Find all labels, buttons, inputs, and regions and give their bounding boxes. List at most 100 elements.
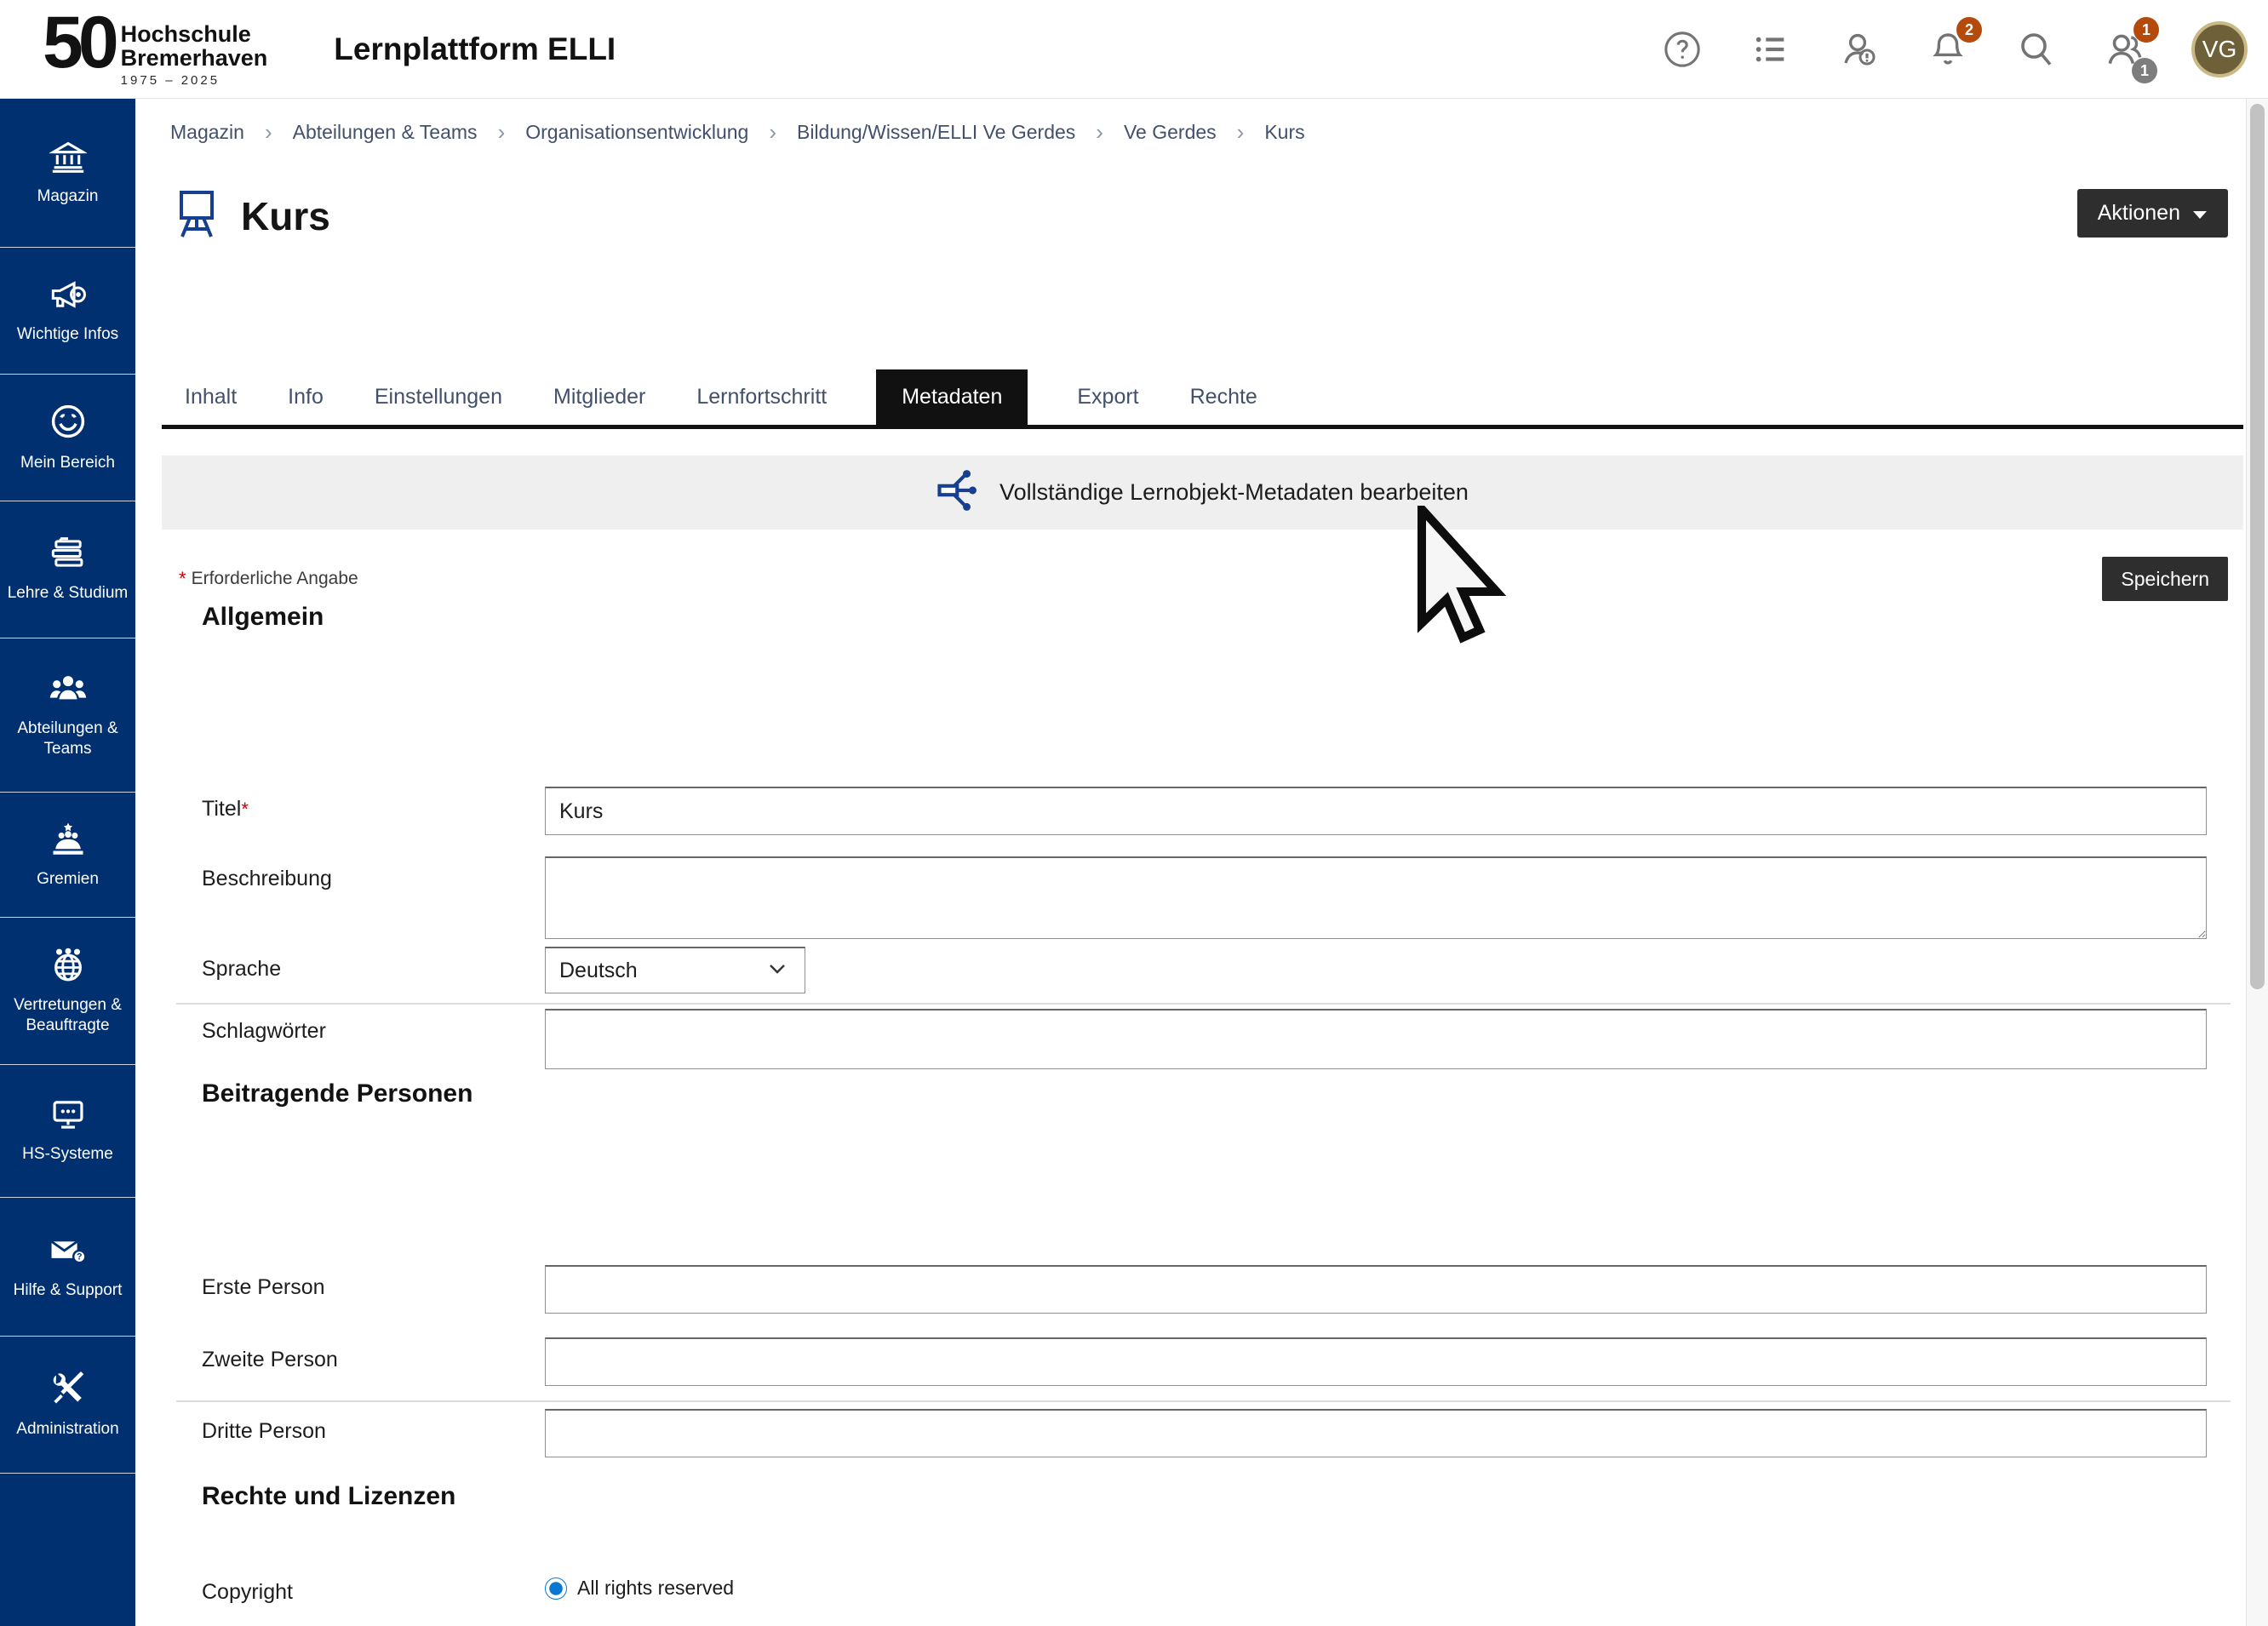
list-icon[interactable] xyxy=(1749,27,1793,72)
breadcrumb-separator: › xyxy=(498,119,506,146)
books-icon xyxy=(49,536,88,575)
logo-50-text: 50 xyxy=(43,10,114,76)
beschreibung-textarea[interactable] xyxy=(545,856,2207,939)
dritte-person-input[interactable] xyxy=(545,1409,2207,1457)
bell-badge: 2 xyxy=(1956,17,1982,43)
sidebar-item-hs-systeme[interactable]: HS-Systeme xyxy=(0,1065,135,1198)
sidebar-item-label: Hilfe & Support xyxy=(14,1280,123,1301)
actions-button[interactable]: Aktionen xyxy=(2077,189,2228,238)
breadcrumb-item[interactable]: Abteilungen & Teams xyxy=(293,121,478,144)
sidebar-item-lehre-studium[interactable]: Lehre & Studium xyxy=(0,501,135,638)
bell-icon[interactable]: 2 xyxy=(1926,27,1970,72)
sidebar-item-label: Wichtige Infos xyxy=(17,324,118,345)
field-label-copyright: Copyright xyxy=(202,1570,545,1605)
sidebar-item-label: HS-Systeme xyxy=(22,1144,113,1165)
app-title: Lernplattform ELLI xyxy=(334,31,616,67)
sidebar-item-label: Magazin xyxy=(37,186,99,207)
user-alert-icon[interactable] xyxy=(1837,27,1881,72)
edit-full-metadata-banner[interactable]: Vollständige Lernobjekt-Metadaten bearbe… xyxy=(162,455,2243,530)
sidebar-item-label: Mein Bereich xyxy=(20,453,115,473)
smiley-icon xyxy=(49,403,87,444)
field-label-sprache: Sprache xyxy=(202,947,545,993)
section-heading-beitragende: Beitragende Personen xyxy=(202,1079,472,1108)
sidebar-item-label: Administration xyxy=(16,1419,118,1440)
tab-info[interactable]: Info xyxy=(286,369,325,425)
sprache-select[interactable]: Deutsch xyxy=(545,947,805,993)
sidebar-item-gremien[interactable]: Gremien xyxy=(0,793,135,918)
chevron-down-icon xyxy=(2192,201,2208,226)
section-heading-rechte: Rechte und Lizenzen xyxy=(202,1482,455,1511)
people-icon xyxy=(49,672,88,710)
sidebar-item-label: Abteilungen & Teams xyxy=(5,719,130,759)
vertical-scrollbar[interactable] xyxy=(2246,99,2268,1626)
save-button[interactable]: Speichern xyxy=(2102,557,2228,601)
sidebar-item-magazin[interactable]: Magazin xyxy=(0,99,135,248)
sidebar-item-administration[interactable]: Administration xyxy=(0,1337,135,1474)
field-label-dritte-person: Dritte Person xyxy=(202,1409,545,1457)
sidebar-item-vertretungen[interactable]: Vertretungen & Beauftragte xyxy=(0,918,135,1065)
field-label-zweite-person: Zweite Person xyxy=(202,1337,545,1386)
actions-button-label: Aktionen xyxy=(2098,201,2180,226)
committee-icon xyxy=(49,821,88,861)
tab-lernfortschritt[interactable]: Lernfortschritt xyxy=(695,369,828,425)
search-icon[interactable] xyxy=(2014,27,2059,72)
logo-line2: Bremerhaven xyxy=(121,46,268,70)
main-content: Magazin › Abteilungen & Teams › Organisati… xyxy=(162,99,2243,1626)
tab-rechte[interactable]: Rechte xyxy=(1188,369,1259,425)
required-asterisk: * xyxy=(179,568,186,590)
easel-icon xyxy=(175,187,219,244)
breadcrumb-separator: › xyxy=(1237,119,1245,146)
tools-icon xyxy=(49,1371,88,1411)
bank-icon xyxy=(49,140,87,178)
section-divider xyxy=(176,1400,2231,1402)
schlagwoerter-input[interactable] xyxy=(545,1009,2207,1069)
page-title: Kurs xyxy=(241,193,330,239)
section-divider xyxy=(176,1003,2231,1005)
contacts-icon[interactable]: 1 1 xyxy=(2103,27,2147,72)
logo-years: 1975 – 2025 xyxy=(121,73,268,88)
tab-mitglieder[interactable]: Mitglieder xyxy=(552,369,647,425)
contacts-badge-top: 1 xyxy=(2133,17,2159,43)
avatar[interactable]: VG xyxy=(2191,21,2248,77)
sidebar-item-hilfe-support[interactable]: ? Hilfe & Support xyxy=(0,1198,135,1337)
scrollbar-thumb[interactable] xyxy=(2250,104,2265,989)
logo-line1: Hochschule xyxy=(121,22,268,46)
tab-inhalt[interactable]: Inhalt xyxy=(183,369,238,425)
sidebar-item-mein-bereich[interactable]: Mein Bereich xyxy=(0,375,135,501)
breadcrumb-separator: › xyxy=(1096,119,1103,146)
breadcrumb-item[interactable]: Kurs xyxy=(1264,121,1304,144)
monitor-icon xyxy=(49,1097,88,1136)
mail-help-icon: ? xyxy=(49,1234,88,1272)
svg-text:?: ? xyxy=(77,1251,82,1262)
titel-input[interactable] xyxy=(545,787,2207,835)
section-heading-allgemein: Allgemein xyxy=(202,603,324,632)
main-sidebar: Magazin Wichtige Infos Mein Bereich Lehr… xyxy=(0,99,135,1626)
erste-person-input[interactable] xyxy=(545,1265,2207,1314)
tab-einstellungen[interactable]: Einstellungen xyxy=(373,369,504,425)
breadcrumb-item[interactable]: Bildung/Wissen/ELLI Ve Gerdes xyxy=(797,121,1075,144)
tab-bar: Inhalt Info Einstellungen Mitglieder Ler… xyxy=(162,369,2243,429)
sidebar-item-wichtige-infos[interactable]: Wichtige Infos xyxy=(0,248,135,375)
university-logo[interactable]: 50 Hochschule Bremerhaven 1975 – 2025 xyxy=(43,10,267,88)
share-icon xyxy=(936,468,981,517)
sidebar-item-label: Gremien xyxy=(37,869,99,890)
breadcrumb-item[interactable]: Organisationsentwicklung xyxy=(525,121,748,144)
sidebar-item-abteilungen-teams[interactable]: Abteilungen & Teams xyxy=(0,638,135,793)
tab-export[interactable]: Export xyxy=(1075,369,1140,425)
zweite-person-input[interactable] xyxy=(545,1337,2207,1386)
breadcrumb-item[interactable]: Ve Gerdes xyxy=(1124,121,1217,144)
megaphone-icon xyxy=(49,278,88,316)
tab-metadaten[interactable]: Metadaten xyxy=(876,369,1028,425)
help-icon[interactable] xyxy=(1660,27,1704,72)
copyright-radio[interactable] xyxy=(545,1577,567,1600)
field-label-schlagwoerter: Schlagwörter xyxy=(202,1009,545,1069)
breadcrumb: Magazin › Abteilungen & Teams › Organisati… xyxy=(170,119,1305,146)
field-label-titel: Titel* xyxy=(202,787,545,835)
required-note: Erforderliche Angabe xyxy=(192,569,358,589)
breadcrumb-separator: › xyxy=(769,119,776,146)
breadcrumb-item[interactable]: Magazin xyxy=(170,121,244,144)
globe-people-icon xyxy=(49,947,88,987)
breadcrumb-separator: › xyxy=(265,119,272,146)
field-label-erste-person: Erste Person xyxy=(202,1265,545,1314)
sidebar-item-label: Vertretungen & Beauftragte xyxy=(5,995,130,1036)
